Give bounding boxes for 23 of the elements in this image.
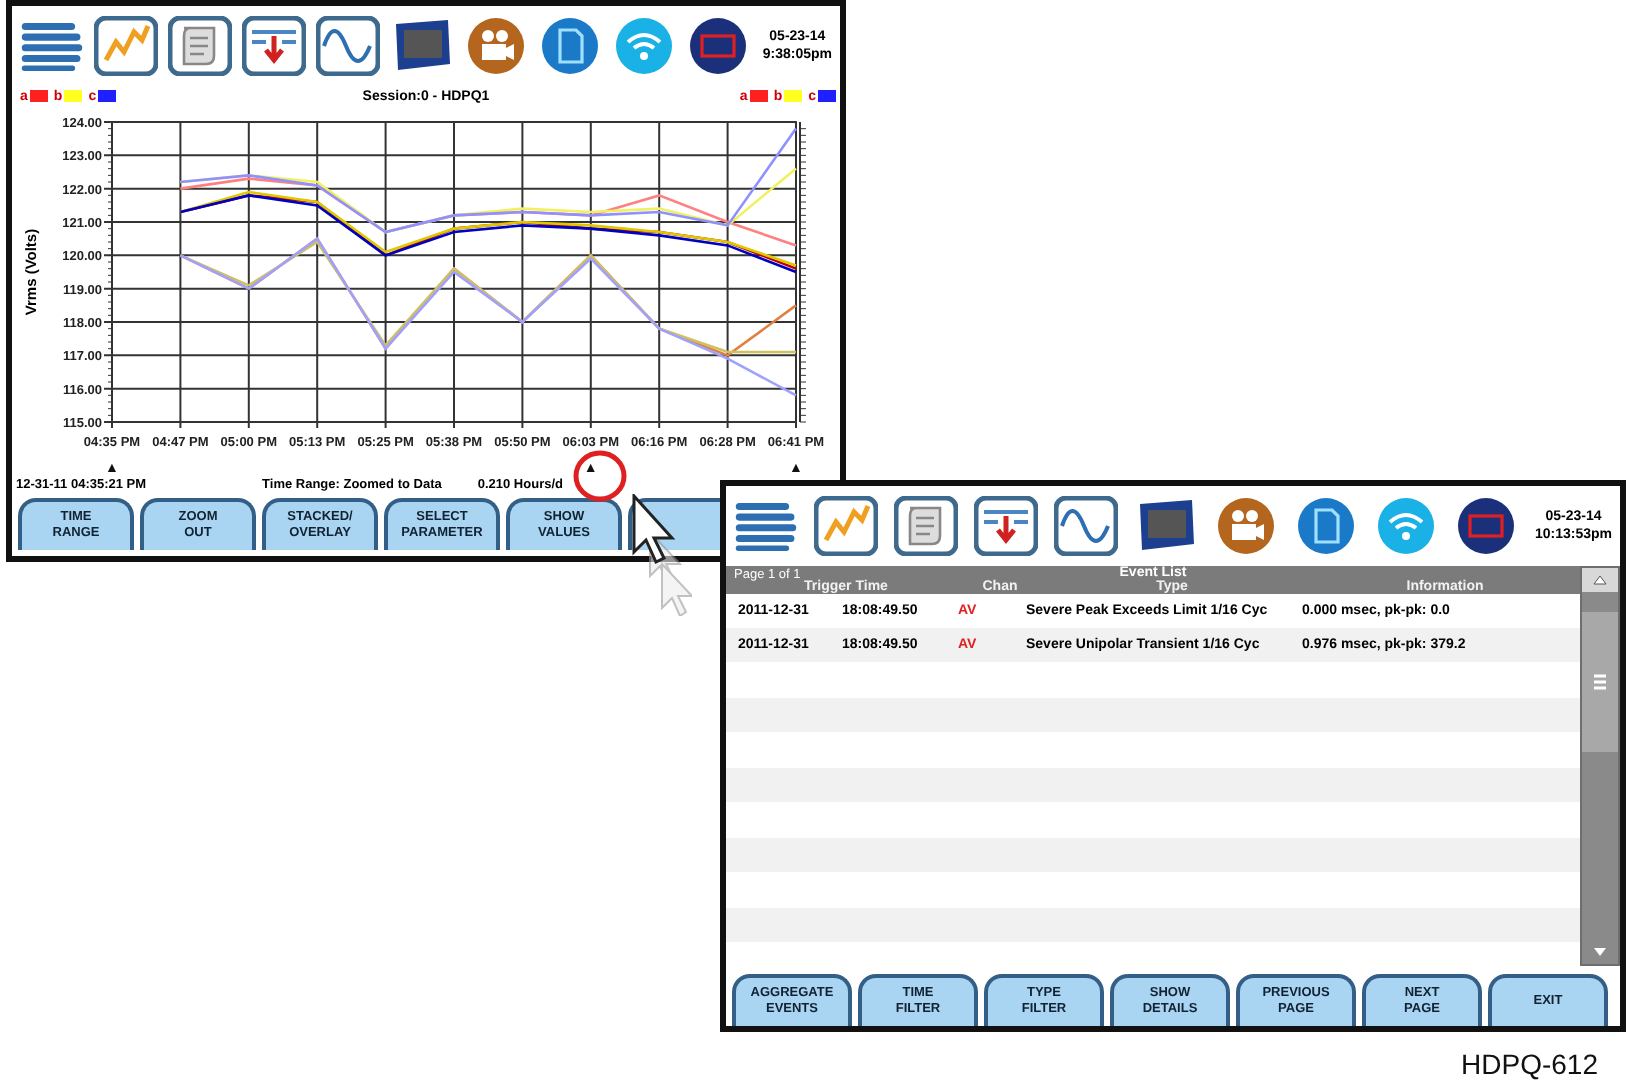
scroll-up-icon[interactable]: [1582, 568, 1618, 592]
document-icon[interactable]: [538, 16, 602, 76]
highlight-circle: [572, 448, 628, 504]
trend-chart-icon[interactable]: [814, 496, 878, 556]
download-icon[interactable]: [974, 496, 1038, 556]
sine-wave-icon[interactable]: [316, 16, 380, 76]
monitor-icon[interactable]: [390, 16, 454, 76]
battery-icon[interactable]: [1454, 496, 1518, 556]
grip-icon: [1594, 674, 1606, 690]
battery-icon[interactable]: [686, 16, 750, 76]
sine-wave-icon[interactable]: [1054, 496, 1118, 556]
video-camera-icon[interactable]: [464, 16, 528, 76]
download-icon[interactable]: [242, 16, 306, 76]
video-camera-icon[interactable]: [1214, 496, 1278, 556]
figure-caption: HDPQ-612: [1461, 1048, 1598, 1080]
scroll-icon[interactable]: [894, 496, 958, 556]
document-icon[interactable]: [1294, 496, 1358, 556]
scrollbar[interactable]: [1580, 566, 1620, 966]
scroll-icon[interactable]: [168, 16, 232, 76]
monitor-icon[interactable]: [1134, 496, 1198, 556]
scroll-thumb[interactable]: [1582, 612, 1618, 752]
trend-chart-icon[interactable]: [94, 16, 158, 76]
scroll-down-icon[interactable]: [1582, 940, 1618, 964]
